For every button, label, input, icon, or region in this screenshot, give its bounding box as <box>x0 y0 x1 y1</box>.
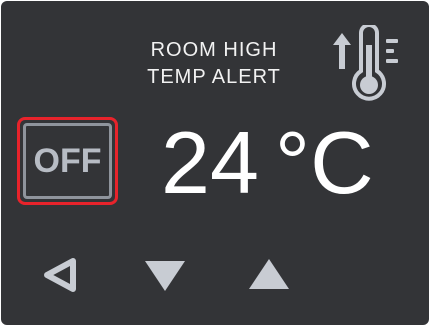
triangle-left-outline-icon <box>44 258 76 292</box>
temperature-rising-icon <box>333 25 398 101</box>
temperature-value: 24 <box>161 113 259 212</box>
decrease-button[interactable] <box>141 251 189 299</box>
back-button[interactable] <box>37 251 85 299</box>
increase-button[interactable] <box>245 251 293 299</box>
power-off-label: OFF <box>23 123 112 199</box>
triangle-up-icon <box>249 259 289 289</box>
triangle-down-icon <box>145 261 185 291</box>
temperature-unit: °C <box>274 113 374 212</box>
thermostat-screen: ROOM HIGH TEMP ALERT OFF 24 °C <box>1 1 429 325</box>
alert-title-line-1: ROOM HIGH <box>150 39 278 61</box>
temperature-readout: 24 °C <box>161 113 374 213</box>
alert-title: ROOM HIGH TEMP ALERT <box>131 37 297 91</box>
power-off-button[interactable]: OFF <box>17 117 118 205</box>
alert-title-line-2: TEMP ALERT <box>147 66 281 88</box>
